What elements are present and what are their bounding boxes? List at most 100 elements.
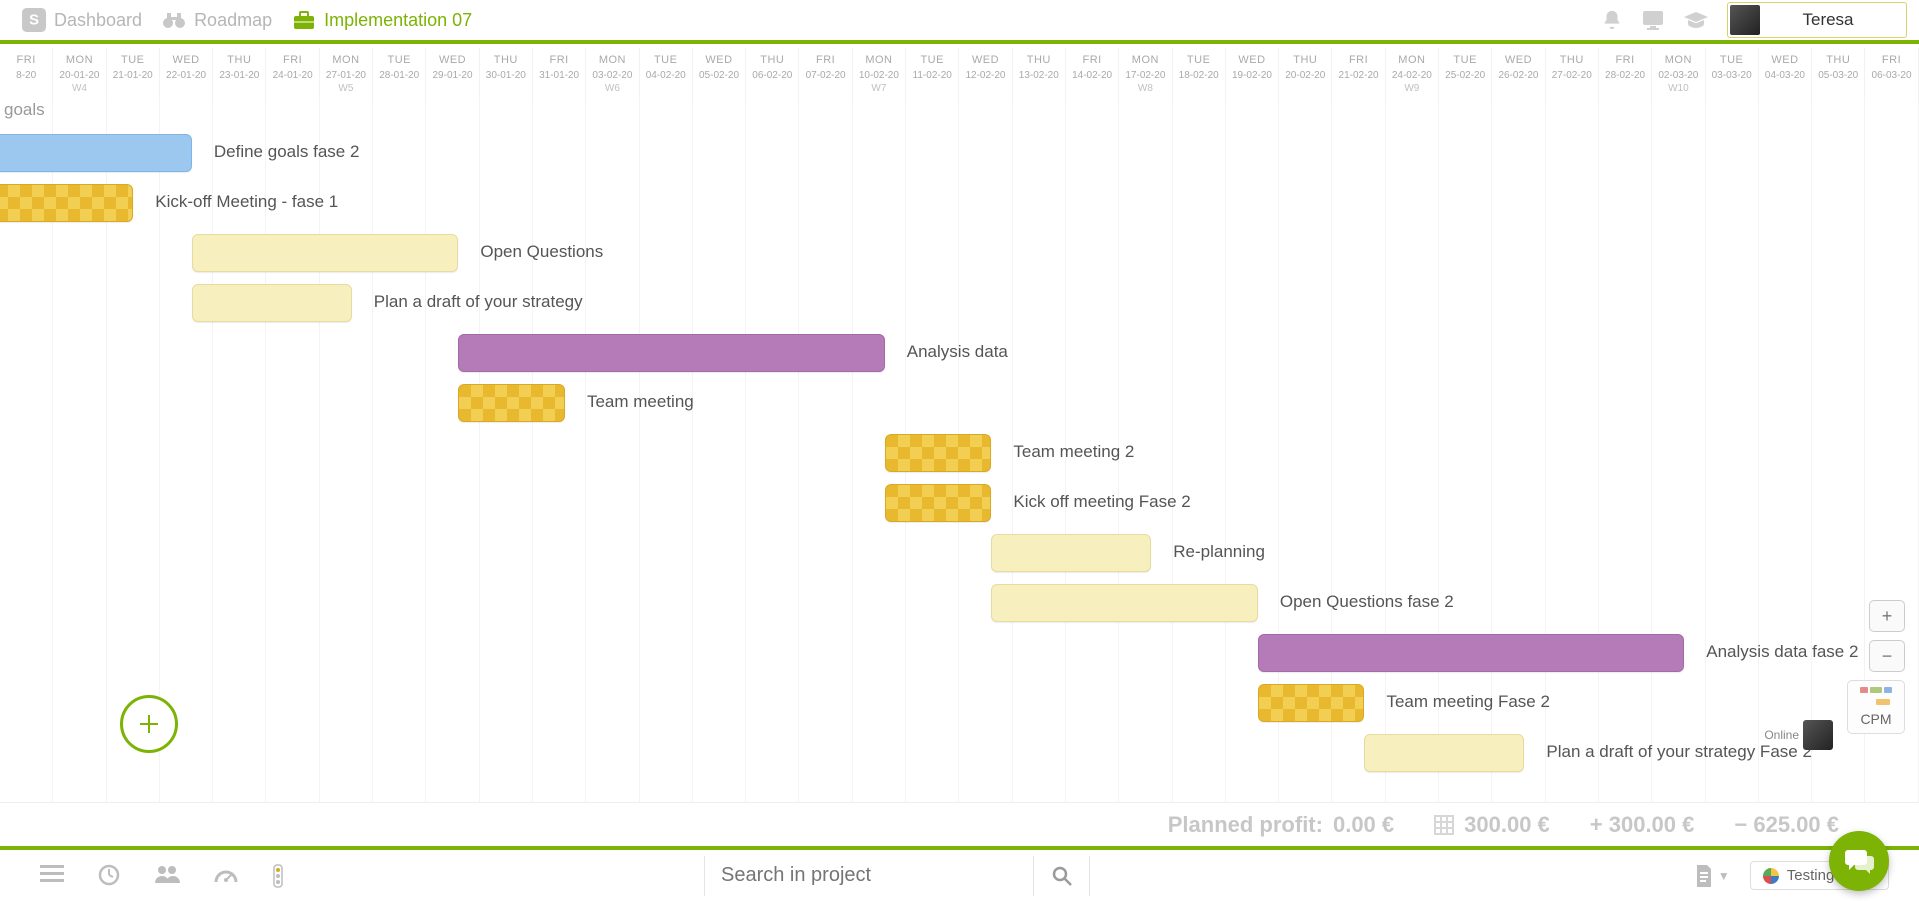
gantt-row: Team meeting 2 xyxy=(0,428,1919,478)
gantt-row: Plan a draft of your strategy Fase 2 xyxy=(0,728,1919,778)
search-input[interactable] xyxy=(704,856,1034,896)
grid-cost-value: 300.00 € xyxy=(1464,812,1550,838)
day-column: MON27-01-20W5 xyxy=(320,48,373,100)
zoom-controls: + − xyxy=(1869,600,1905,672)
day-column: FRI14-02-20 xyxy=(1066,48,1119,100)
stat-plus: + 300.00 € xyxy=(1590,812,1695,838)
day-column: MON10-02-20W7 xyxy=(853,48,906,100)
user-menu[interactable]: Teresa xyxy=(1727,2,1907,38)
day-column: FRI07-02-20 xyxy=(799,48,852,100)
day-column: TUE28-01-20 xyxy=(373,48,426,100)
task-bar[interactable] xyxy=(991,534,1151,572)
task-label: Kick-off Meeting - fase 1 xyxy=(155,192,338,212)
task-label: Plan a draft of your strategy xyxy=(374,292,583,312)
timeline-header: FRI8-20MON20-01-20W4TUE21-01-20WED22-01-… xyxy=(0,48,1919,100)
search-button[interactable] xyxy=(1034,856,1090,896)
chat-button[interactable] xyxy=(1829,831,1889,891)
gantt-row: Kick-off Meeting - fase 1 xyxy=(0,178,1919,228)
day-column: TUE04-02-20 xyxy=(640,48,693,100)
task-label: Analysis data fase 2 xyxy=(1706,642,1858,662)
day-column: TUE03-03-20 xyxy=(1706,48,1759,100)
nav-project[interactable]: Implementation 07 xyxy=(282,8,482,32)
avatar xyxy=(1730,5,1760,35)
task-label: Re-planning xyxy=(1173,542,1265,562)
task-bar[interactable] xyxy=(991,584,1258,622)
view-tools xyxy=(40,864,284,888)
task-bar[interactable] xyxy=(1258,634,1684,672)
gantt-row: Define goals fase 2 xyxy=(0,128,1919,178)
stat-grid-cost: 300.00 € xyxy=(1434,812,1550,838)
gantt-row: Kick off meeting Fase 2 xyxy=(0,478,1919,528)
day-column: TUE11-02-20 xyxy=(906,48,959,100)
task-bar[interactable] xyxy=(458,384,565,422)
task-bar[interactable] xyxy=(0,184,133,222)
footer-stats: Planned profit: 0.00 € 300.00 € + 300.00… xyxy=(0,802,1919,846)
gantt-row: Re-planning xyxy=(0,528,1919,578)
gantt-row: Analysis data xyxy=(0,328,1919,378)
bell-icon[interactable] xyxy=(1601,9,1623,31)
gauge-icon[interactable] xyxy=(214,864,238,888)
briefcase-icon xyxy=(292,8,316,32)
traffic-light-icon[interactable] xyxy=(272,864,284,888)
document-menu[interactable]: ▼ xyxy=(1694,864,1730,888)
user-name: Teresa xyxy=(1770,10,1886,30)
team-icon[interactable] xyxy=(154,864,180,888)
day-column: TUE21-01-20 xyxy=(107,48,160,100)
day-column: MON17-02-20W8 xyxy=(1119,48,1172,100)
gantt-row: Open Questions fase 2 xyxy=(0,578,1919,628)
search-wrap xyxy=(704,856,1090,896)
online-user-indicator[interactable]: Online xyxy=(1764,720,1833,750)
task-bar[interactable] xyxy=(192,234,459,272)
bottom-bar: ▼ Testing mode xyxy=(0,846,1919,901)
svg-text:S: S xyxy=(29,13,39,29)
task-bar[interactable] xyxy=(1258,684,1365,722)
day-column: FRI21-02-20 xyxy=(1332,48,1385,100)
day-column: WED19-02-20 xyxy=(1226,48,1279,100)
add-task-button[interactable] xyxy=(120,695,178,753)
nav-roadmap[interactable]: Roadmap xyxy=(152,8,282,32)
task-bar[interactable] xyxy=(1364,734,1524,772)
day-column: FRI28-02-20 xyxy=(1599,48,1652,100)
nav-dashboard-label: Dashboard xyxy=(54,10,142,31)
stat-minus: − 625.00 € xyxy=(1734,812,1839,838)
zoom-in-button[interactable]: + xyxy=(1869,600,1905,632)
online-avatar xyxy=(1803,720,1833,750)
day-column: TUE25-02-20 xyxy=(1439,48,1492,100)
day-column: WED05-02-20 xyxy=(693,48,746,100)
task-label: Open Questions xyxy=(480,242,603,262)
monitor-icon[interactable] xyxy=(1641,9,1665,31)
gantt-area[interactable]: Define goals fase 2 Kick-off Meeting - fa… xyxy=(0,128,1919,811)
nav-dashboard[interactable]: S Dashboard xyxy=(12,8,152,32)
task-bar[interactable] xyxy=(192,284,352,322)
day-column: FRI06-03-20 xyxy=(1865,48,1918,100)
graduation-cap-icon[interactable] xyxy=(1683,10,1709,30)
task-bar[interactable] xyxy=(885,484,992,522)
day-column: MON20-01-20W4 xyxy=(53,48,106,100)
zoom-out-button[interactable]: − xyxy=(1869,640,1905,672)
binoculars-icon xyxy=(162,8,186,32)
task-bar[interactable] xyxy=(458,334,884,372)
list-view-icon[interactable] xyxy=(40,864,64,888)
day-column: THU05-03-20 xyxy=(1812,48,1865,100)
planned-profit-value: 0.00 € xyxy=(1333,812,1394,838)
gantt-row: Team meeting xyxy=(0,378,1919,428)
task-bar[interactable] xyxy=(885,434,992,472)
task-label: Team meeting xyxy=(587,392,694,412)
day-column: WED22-01-20 xyxy=(160,48,213,100)
clock-icon[interactable] xyxy=(98,864,120,888)
day-column: THU06-02-20 xyxy=(746,48,799,100)
task-label: Define goals fase 2 xyxy=(214,142,360,162)
cpm-label: CPM xyxy=(1860,711,1891,727)
section-label-goals: goals xyxy=(4,100,45,120)
nav-roadmap-label: Roadmap xyxy=(194,10,272,31)
task-label: Analysis data xyxy=(907,342,1008,362)
day-column: THU27-02-20 xyxy=(1546,48,1599,100)
chevron-down-icon: ▼ xyxy=(1718,869,1730,883)
task-label: Team meeting Fase 2 xyxy=(1386,692,1549,712)
task-bar[interactable] xyxy=(0,134,192,172)
day-column: THU30-01-20 xyxy=(480,48,533,100)
planned-profit-label: Planned profit: xyxy=(1168,812,1323,838)
cpm-toggle[interactable]: CPM xyxy=(1847,680,1905,734)
grid-icon xyxy=(1434,815,1454,835)
online-label: Online xyxy=(1764,728,1799,742)
